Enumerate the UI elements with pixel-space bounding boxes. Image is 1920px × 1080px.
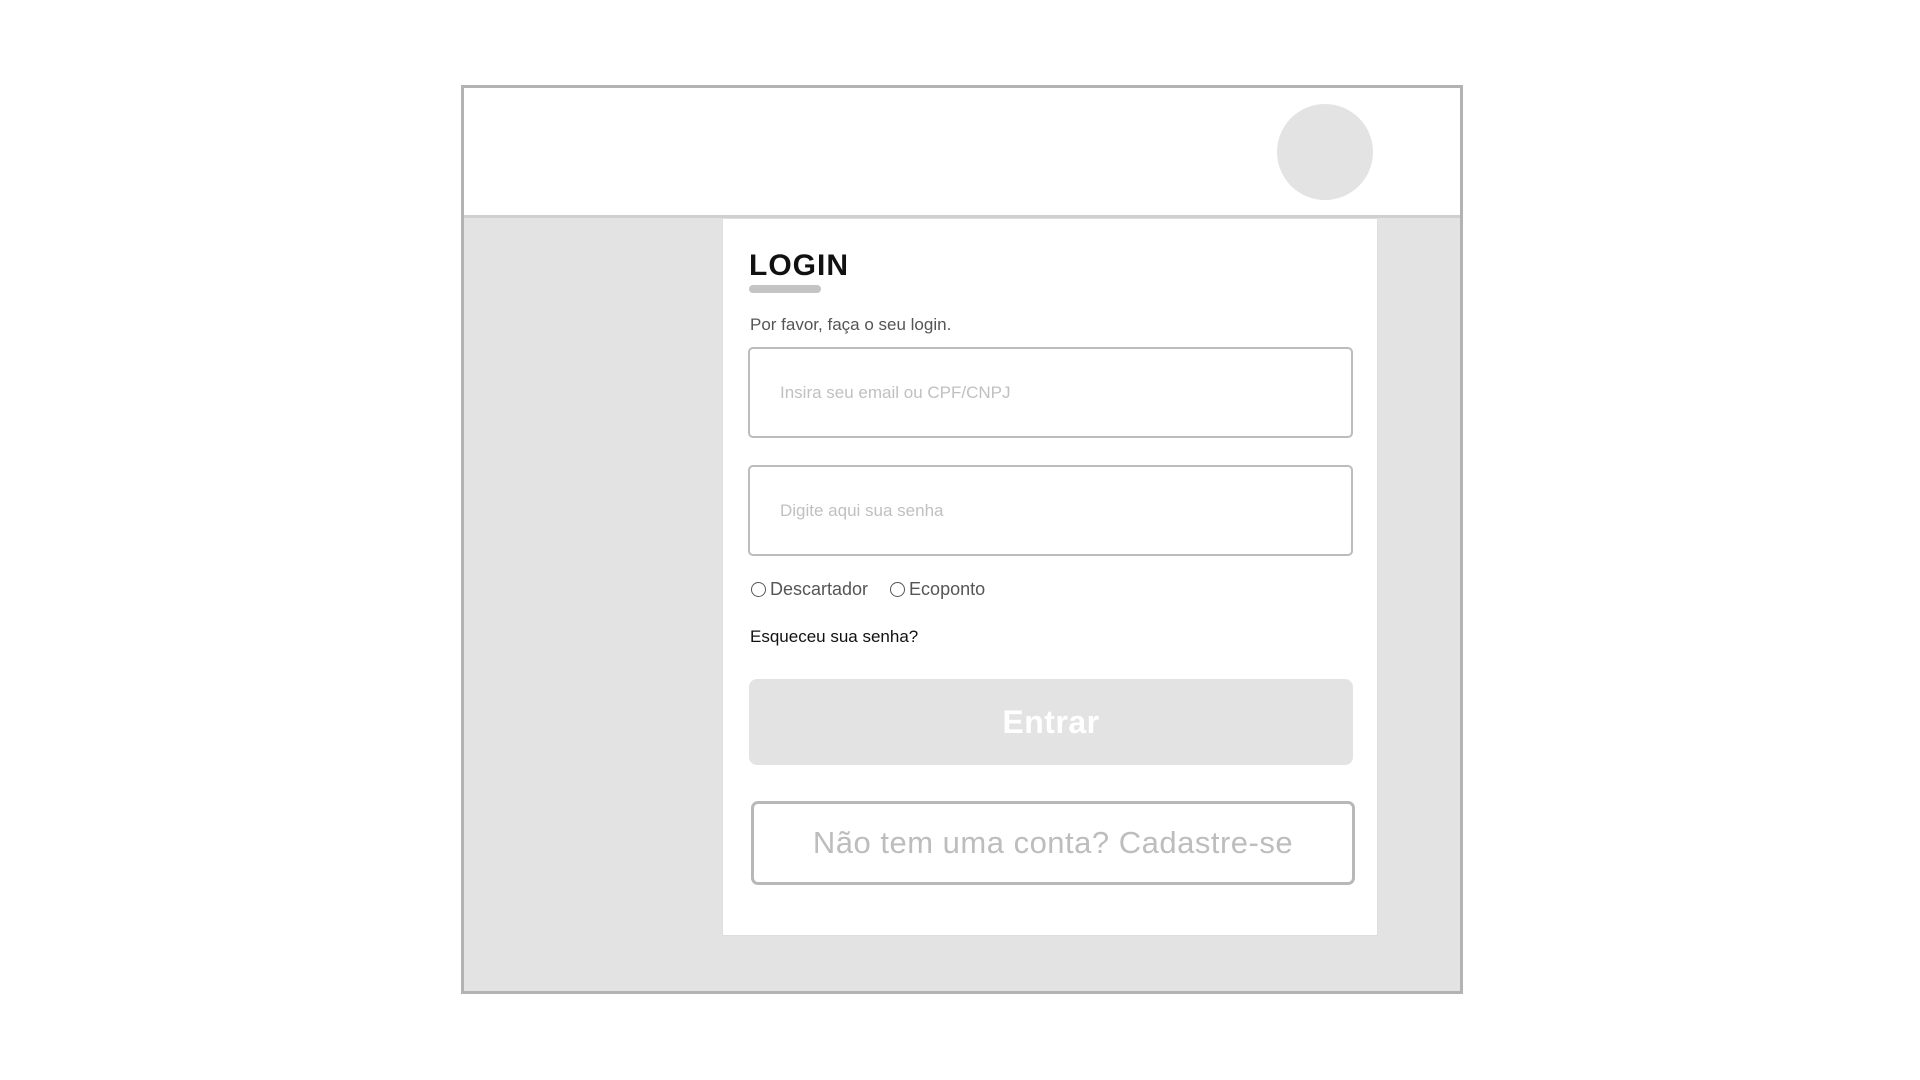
radio-label: Ecoponto [909,579,986,599]
login-subtitle: Por favor, faça o seu login. [750,315,952,334]
email-field[interactable] [748,347,1353,438]
radio-circle-icon[interactable] [890,582,906,597]
app-window: LOGIN Por favor, faça o seu login. Desca… [461,85,1463,994]
radio-ecoponto[interactable]: Ecoponto [890,579,985,600]
register-button[interactable]: Não tem uma conta? Cadastre-se [751,801,1355,885]
enter-button[interactable]: Entrar [749,679,1353,765]
login-card: LOGIN Por favor, faça o seu login. Desca… [722,218,1378,936]
title-underline [749,285,821,293]
radio-label: Descartador [770,579,869,599]
forgot-password-link[interactable]: Esqueceu sua senha? [750,627,918,647]
avatar[interactable] [1277,104,1373,200]
page-title: LOGIN [749,249,849,282]
password-field[interactable] [748,465,1353,556]
header [464,88,1460,218]
user-type-group: Descartador Ecoponto [751,579,1007,600]
radio-descartador[interactable]: Descartador [751,579,868,600]
radio-circle-icon[interactable] [751,582,766,597]
